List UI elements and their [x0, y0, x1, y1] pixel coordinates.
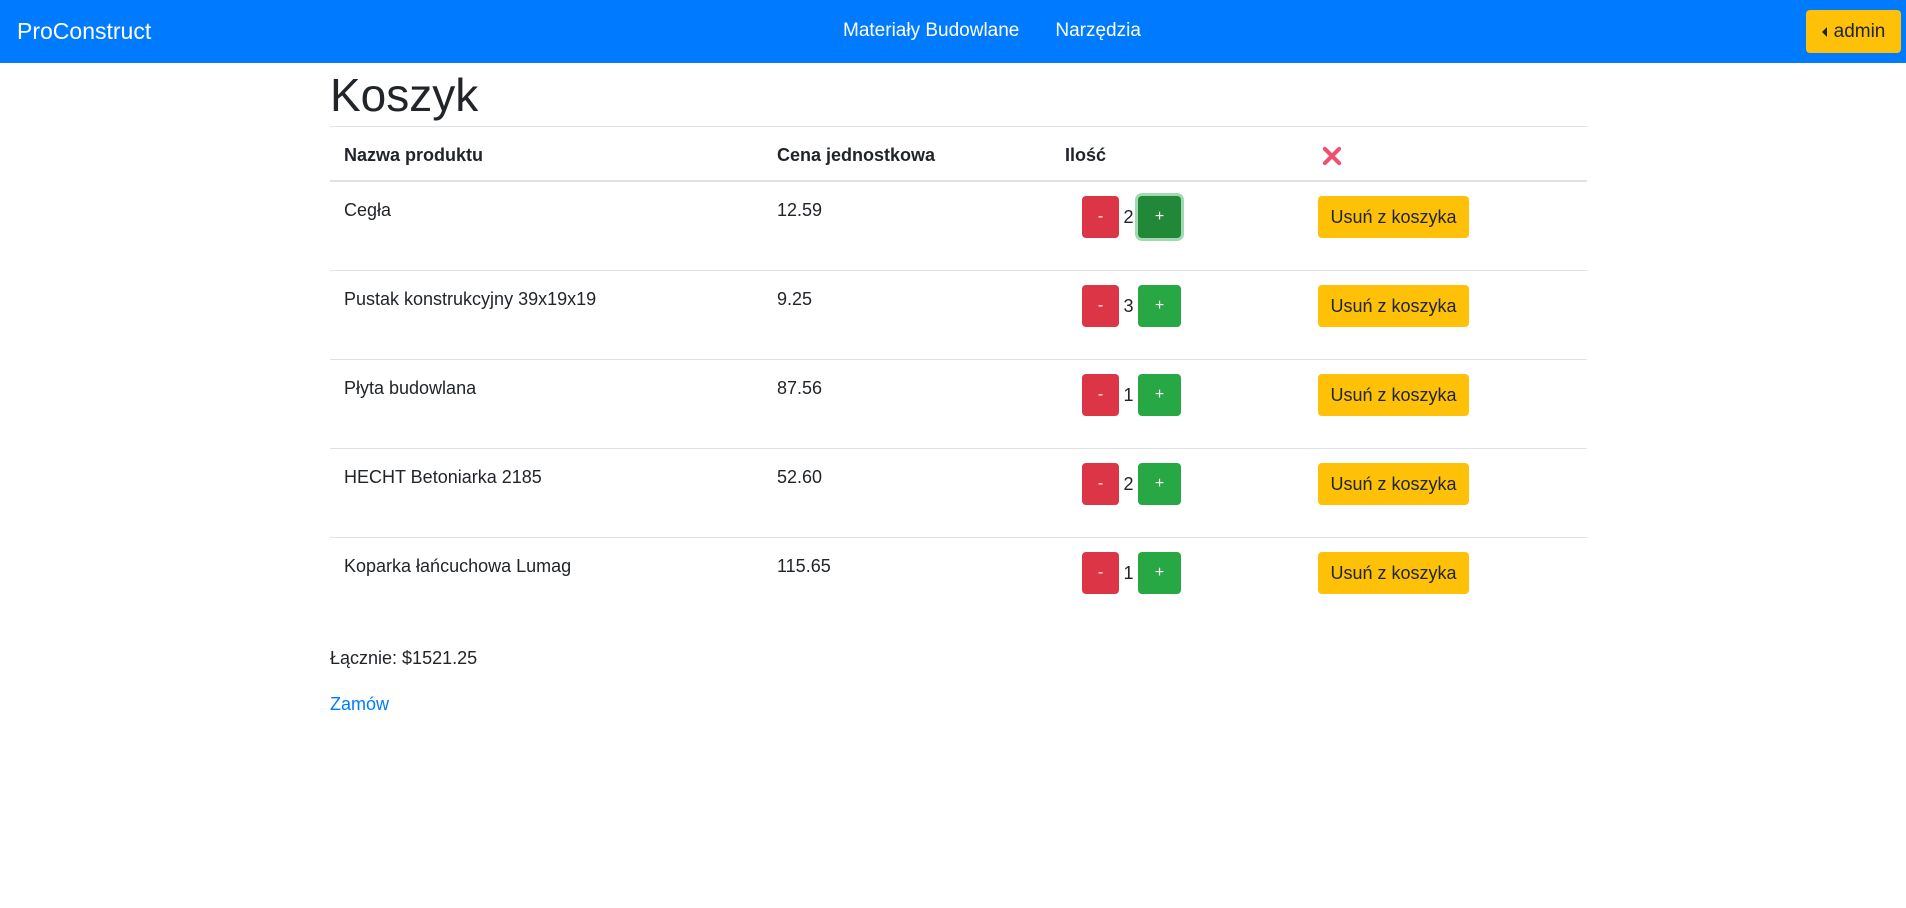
- product-name: HECHT Betoniarka 2185: [344, 467, 542, 487]
- quantity-value: 1: [1123, 384, 1134, 405]
- navbar: ProConstruct Materiały Budowlane Narzędz…: [0, 0, 1906, 63]
- page-title: Koszyk: [330, 69, 479, 121]
- table-row: Płyta budowlana 87.56 - 1 + Usuń z koszy…: [330, 360, 1587, 449]
- increase-quantity-button[interactable]: +: [1138, 374, 1181, 416]
- user-label: admin: [1833, 20, 1886, 42]
- decrease-quantity-button[interactable]: -: [1082, 463, 1119, 505]
- unit-price: 52.60: [777, 467, 823, 487]
- increase-quantity-button[interactable]: +: [1138, 196, 1181, 238]
- header-unit-price: Cena jednostkowa: [777, 145, 936, 165]
- order-link[interactable]: Zamów: [330, 694, 389, 715]
- table-row: HECHT Betoniarka 2185 52.60 - 2 + Usuń z…: [330, 449, 1587, 538]
- quantity-value: 3: [1123, 295, 1134, 316]
- remove-from-cart-button[interactable]: Usuń z koszyka: [1318, 374, 1469, 416]
- product-name: Cegła: [344, 200, 392, 220]
- decrease-quantity-button[interactable]: -: [1082, 285, 1119, 327]
- quantity-value: 2: [1123, 473, 1134, 494]
- product-name: Pustak konstrukcyjny 39x19x19: [344, 289, 597, 309]
- remove-from-cart-button[interactable]: Usuń z koszyka: [1318, 285, 1469, 327]
- x-icon[interactable]: [1321, 145, 1343, 167]
- nav-link-narzedzia[interactable]: Narzędzia: [1055, 20, 1141, 42]
- decrease-quantity-button[interactable]: -: [1082, 552, 1119, 594]
- brand-logo[interactable]: ProConstruct: [17, 18, 151, 45]
- quantity-stepper: - 3 +: [1082, 285, 1181, 327]
- remove-from-cart-button[interactable]: Usuń z koszyka: [1318, 463, 1469, 505]
- table-row: Pustak konstrukcyjny 39x19x19 9.25 - 3 +…: [330, 271, 1587, 360]
- nav-link-materialy[interactable]: Materiały Budowlane: [843, 20, 1019, 42]
- nav-links: Materiały Budowlane Narzędzia: [843, 20, 1141, 42]
- user-menu-button[interactable]: admin: [1806, 10, 1901, 53]
- product-name: Płyta budowlana: [344, 378, 477, 398]
- cart-total: Łącznie: $1521.25: [330, 648, 478, 668]
- quantity-value: 1: [1123, 562, 1134, 583]
- increase-quantity-button[interactable]: +: [1138, 552, 1181, 594]
- quantity-stepper: - 2 +: [1082, 196, 1181, 238]
- quantity-stepper: - 1 +: [1082, 374, 1181, 416]
- header-product-name: Nazwa produktu: [344, 145, 484, 165]
- decrease-quantity-button[interactable]: -: [1082, 374, 1119, 416]
- unit-price: 9.25: [777, 289, 813, 309]
- quantity-value: 2: [1123, 206, 1134, 227]
- header-quantity: Ilość: [1065, 145, 1107, 165]
- product-name: Koparka łańcuchowa Lumag: [344, 556, 572, 576]
- increase-quantity-button[interactable]: +: [1138, 285, 1181, 327]
- table-row: Cegła 12.59 - 2 + Usuń z koszyka: [330, 182, 1587, 271]
- remove-from-cart-button[interactable]: Usuń z koszyka: [1318, 196, 1469, 238]
- table-row: Koparka łańcuchowa Lumag 115.65 - 1 + Us…: [330, 538, 1587, 627]
- decrease-quantity-button[interactable]: -: [1082, 196, 1119, 238]
- unit-price: 12.59: [777, 200, 823, 220]
- cart-table: Nazwa produktu Cena jednostkowa Ilość Ce…: [330, 126, 1587, 627]
- unit-price: 87.56: [777, 378, 823, 398]
- quantity-stepper: - 1 +: [1082, 552, 1181, 594]
- table-header: Nazwa produktu Cena jednostkowa Ilość: [330, 126, 1587, 182]
- unit-price: 115.65: [777, 556, 831, 576]
- increase-quantity-button[interactable]: +: [1138, 463, 1181, 505]
- caret-left-icon: [1821, 26, 1827, 37]
- remove-from-cart-button[interactable]: Usuń z koszyka: [1318, 552, 1469, 594]
- quantity-stepper: - 2 +: [1082, 463, 1181, 505]
